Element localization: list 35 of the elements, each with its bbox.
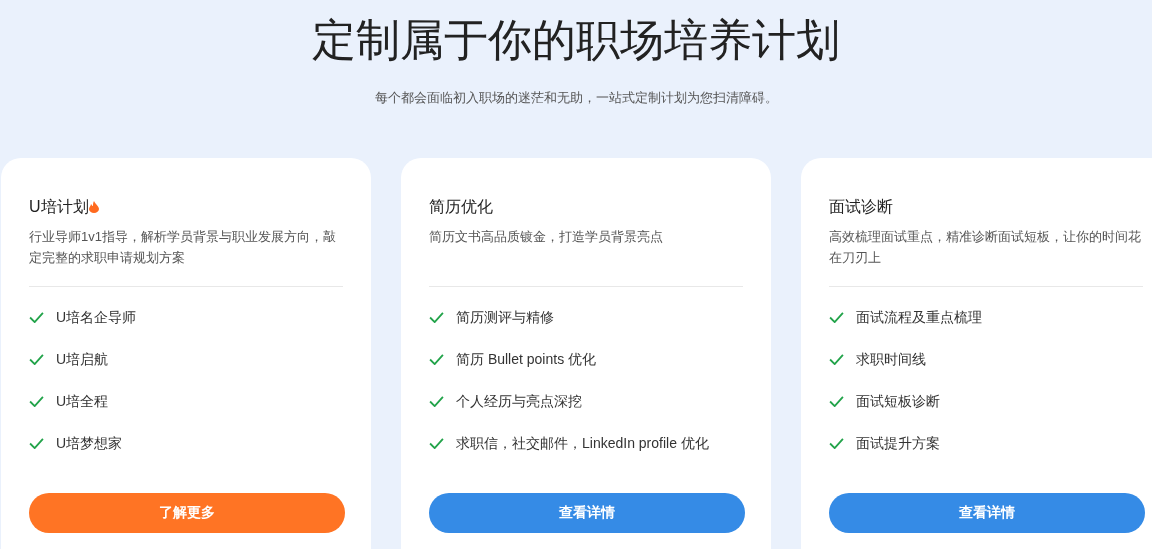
check-icon <box>429 396 444 407</box>
card-title: 面试诊断 <box>829 196 893 217</box>
card-title: 简历优化 <box>429 196 493 217</box>
feature-text: 个人经历与亮点深挖 <box>456 392 582 411</box>
check-icon <box>29 438 44 449</box>
feature-text: U培梦想家 <box>56 434 123 453</box>
feature-text: U培启航 <box>56 350 109 369</box>
card-description: 简历文书高品质镀金，打造学员背景亮点 <box>429 227 664 246</box>
feature-text: 简历 Bullet points 优化 <box>456 350 597 369</box>
feature-text: U培名企导师 <box>56 308 137 327</box>
check-icon <box>29 312 44 323</box>
card-description: 行业导师1v1指导，解析学员背景与职业发展方向，敲定完整的求职申请规划方案 <box>29 227 337 267</box>
check-icon <box>429 312 444 323</box>
feature-text: U培全程 <box>56 392 109 411</box>
check-icon <box>429 438 444 449</box>
feature-text: 面试短板诊断 <box>856 392 940 411</box>
feature-text: 面试流程及重点梳理 <box>856 308 982 327</box>
check-icon <box>829 438 844 449</box>
page-subtitle: 每个都会面临初入职场的迷茫和无助，一站式定制计划为您扫清障碍。 <box>374 89 778 107</box>
action-button[interactable]: 查看详情 <box>829 492 1145 533</box>
check-icon <box>29 354 44 365</box>
card-description: 高效梳理面试重点，精准诊断面试短板，让你的时间花在刀刃上 <box>829 227 1142 267</box>
check-icon <box>829 354 844 365</box>
check-icon <box>829 396 844 407</box>
check-icon <box>829 312 844 323</box>
check-icon <box>429 354 444 365</box>
feature-text: 简历测评与精修 <box>456 308 554 327</box>
check-icon <box>29 396 44 407</box>
feature-text: 面试提升方案 <box>856 434 940 453</box>
card-title: U培计划 <box>29 196 89 217</box>
action-button[interactable]: 查看详情 <box>429 492 745 533</box>
action-button[interactable]: 了解更多 <box>29 492 345 533</box>
feature-text: 求职时间线 <box>856 350 926 369</box>
feature-text: 求职信，社交邮件，LinkedIn profile 优化 <box>456 434 709 453</box>
page-heading: 定制属于你的职场培养计划 <box>312 14 840 66</box>
